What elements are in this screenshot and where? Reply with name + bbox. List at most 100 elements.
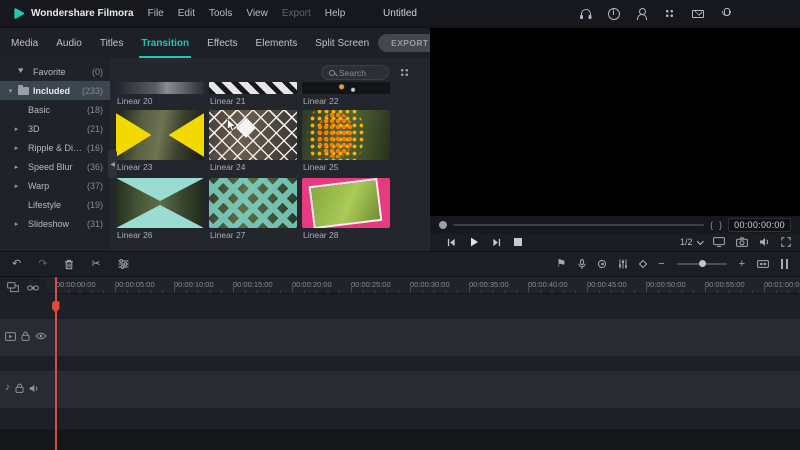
fullscreen-button[interactable] (781, 237, 791, 247)
search-input[interactable] (339, 67, 383, 78)
transition-item[interactable]: Linear 24 (209, 110, 297, 173)
transition-thumbnail[interactable] (209, 110, 297, 160)
marker-button[interactable]: ⚑ (556, 258, 566, 270)
lock-audio-track-button[interactable] (15, 383, 24, 393)
account-icon[interactable] (635, 7, 648, 20)
sidebar-collapse-handle[interactable]: ◀ (108, 150, 117, 178)
undo-button[interactable]: ↶ (12, 258, 21, 270)
split-button[interactable]: ✂ (91, 258, 100, 270)
transition-thumbnail[interactable] (116, 82, 204, 94)
preview-page-indicator: 1/2 (679, 237, 693, 247)
transition-item[interactable]: Linear 27 (209, 178, 297, 241)
menu-item[interactable]: File (148, 8, 164, 19)
menu-item[interactable]: View (246, 8, 268, 19)
zoom-slider[interactable] (676, 260, 727, 267)
preview-page-selector[interactable]: 1/2 (679, 237, 703, 247)
sidebar-item[interactable]: ▸ Ripple & Dissolve (16) (0, 138, 110, 157)
tab[interactable]: Split Screen (306, 28, 378, 58)
zoom-out-button[interactable]: − (658, 258, 664, 270)
mail-icon[interactable] (691, 7, 704, 20)
sidebar-item[interactable]: ▾ Included (233) (0, 81, 110, 100)
previous-frame-button[interactable] (447, 238, 456, 247)
sidebar-item[interactable]: ▸ Speed Blur (36) (0, 157, 110, 176)
tab[interactable]: Transition (132, 28, 198, 58)
category-count: (31) (86, 218, 103, 229)
mute-track-button[interactable] (29, 384, 39, 393)
sidebar-item[interactable]: Basic (18) (0, 100, 110, 119)
sidebar-item[interactable]: Lifestyle (19) (0, 195, 110, 214)
tab[interactable]: Elements (247, 28, 307, 58)
stop-button[interactable] (514, 238, 522, 246)
sidebar-item[interactable]: Favorite (0) (0, 62, 110, 81)
playhead-pin[interactable] (52, 301, 60, 313)
fit-timeline-button[interactable] (757, 259, 769, 269)
headset-icon[interactable] (579, 7, 592, 20)
play-button[interactable] (469, 237, 479, 247)
grid-view-icon[interactable] (399, 67, 410, 78)
transition-item[interactable]: Linear 28 (302, 178, 390, 241)
ruler-tick-label: 00:00:55:00 (705, 280, 745, 289)
transition-thumbnail[interactable] (209, 178, 297, 228)
mark-in-icon[interactable]: { (710, 220, 713, 230)
transition-thumbnail[interactable] (302, 178, 390, 228)
audio-track-icon[interactable]: ♪ (5, 383, 10, 393)
keyframe-button[interactable] (638, 259, 648, 269)
link-clips-button[interactable] (27, 282, 39, 293)
redo-button[interactable]: ↷ (38, 258, 47, 270)
zoom-slider-thumb[interactable] (699, 260, 707, 267)
volume-button[interactable] (759, 237, 770, 247)
sidebar-item[interactable]: ▸ Warp (37) (0, 176, 110, 195)
microphone-icon[interactable] (719, 7, 732, 20)
info-icon[interactable] (607, 7, 620, 20)
transition-thumbnail[interactable] (302, 82, 390, 94)
video-track-icon[interactable] (5, 331, 16, 341)
menu-item[interactable]: Edit (178, 8, 195, 19)
transition-item[interactable]: Linear 23 (116, 110, 204, 173)
timeline-body: 00:00:00:00 00:00:05:00 00:00:10:00 00:00:1… (46, 277, 800, 450)
delete-button[interactable] (64, 259, 74, 270)
search-box[interactable] (321, 65, 389, 80)
panel-toggle-button[interactable] (781, 259, 788, 269)
tab[interactable]: Effects (198, 28, 246, 58)
transition-item[interactable]: Linear 26 (116, 178, 204, 241)
tab[interactable]: Media (2, 28, 47, 58)
display-settings-button[interactable] (713, 237, 725, 247)
mark-out-icon[interactable]: } (719, 220, 722, 230)
menu-item[interactable]: Help (325, 8, 346, 19)
next-frame-button[interactable] (492, 238, 501, 247)
snapshot-camera-button[interactable] (736, 237, 748, 247)
record-button[interactable] (598, 260, 607, 268)
lock-track-button[interactable] (21, 331, 30, 341)
sidebar-item[interactable]: ▸ 3D (21) (0, 119, 110, 138)
tab[interactable]: Titles (91, 28, 133, 58)
transition-thumbnail[interactable] (302, 110, 390, 160)
menu-item[interactable]: Tools (209, 8, 232, 19)
tab[interactable]: Audio (47, 28, 91, 58)
voiceover-button[interactable] (578, 258, 586, 270)
audio-mixer-button[interactable] (618, 259, 628, 269)
transition-label: Linear 20 (117, 96, 153, 106)
category-label: 3D (28, 123, 40, 134)
sidebar-item[interactable]: ▸ Slideshow (31) (0, 214, 110, 233)
transition-thumbnail[interactable] (116, 110, 204, 160)
search-icon (329, 69, 335, 76)
ruler-tick-label: 00:00:50:00 (646, 280, 686, 289)
transition-thumbnail[interactable] (209, 82, 297, 94)
timeline-ruler[interactable]: 00:00:00:00 00:00:05:00 00:00:10:00 00:00:1… (46, 277, 800, 294)
transition-item[interactable]: Linear 21 (209, 82, 297, 107)
menu-item[interactable]: Export (282, 8, 311, 19)
transition-item[interactable]: Linear 25 (302, 110, 390, 173)
manage-tracks-button[interactable] (7, 282, 19, 293)
adjust-button[interactable] (118, 259, 129, 269)
seek-handle[interactable] (439, 220, 447, 229)
menubar: Wondershare Filmora File Edit Tools View Exp… (0, 0, 800, 28)
seek-track[interactable] (453, 223, 705, 226)
filmora-logo-icon (12, 7, 25, 20)
edit-tools: ↶ ↷ ✂ (12, 258, 129, 270)
transition-item[interactable]: Linear 22 (302, 82, 390, 107)
transition-item[interactable]: Linear 20 (116, 82, 204, 107)
zoom-in-button[interactable]: + (739, 258, 745, 270)
playhead[interactable] (52, 277, 60, 450)
apps-grid-icon[interactable] (663, 7, 676, 20)
transition-thumbnail[interactable] (116, 178, 204, 228)
